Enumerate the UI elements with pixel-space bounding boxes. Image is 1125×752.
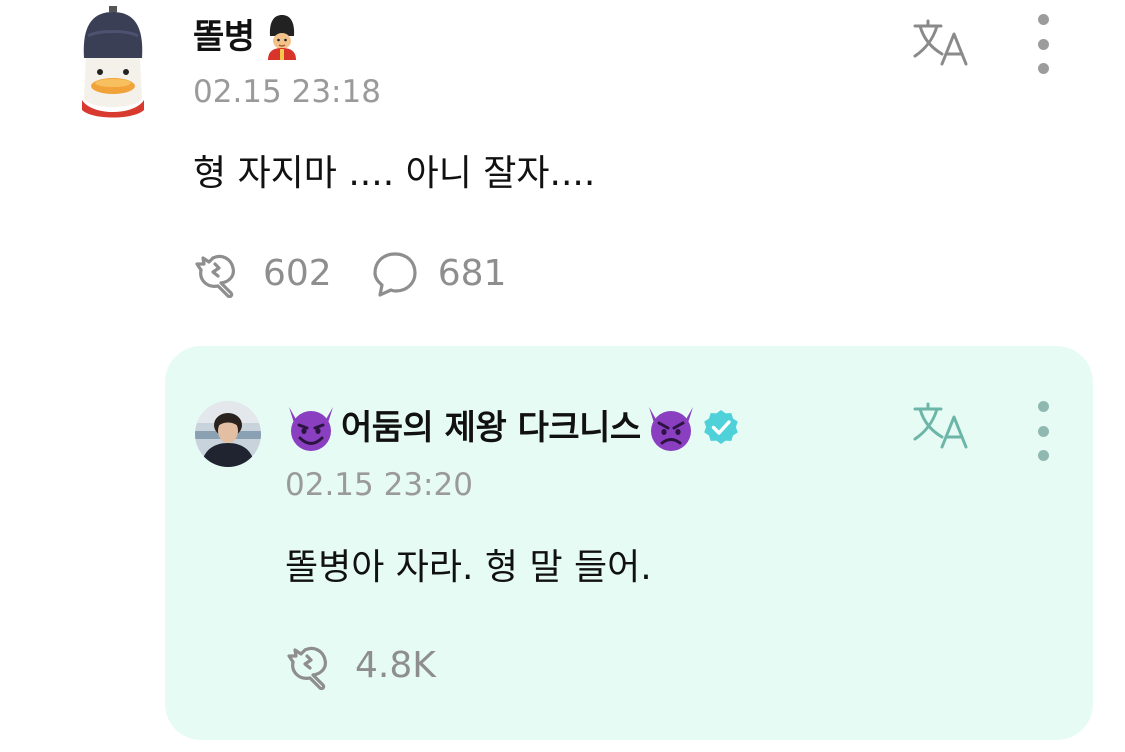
royal-guard-emoji-icon [267,15,296,60]
like-count: 602 [263,253,332,294]
comment-bubble-icon [373,252,417,297]
bat-like-icon [195,254,235,298]
more-dots-icon [1037,401,1049,412]
reply-timestamp: 02.15 23:20 [285,467,473,503]
post-timestamp: 02.15 23:18 [193,74,381,110]
reply-like-button[interactable]: 4.8K [285,642,436,690]
angry-devil-emoji-icon [648,407,693,451]
bat-like-icon [287,646,327,690]
more-options-button[interactable] [1028,14,1058,74]
like-button[interactable]: 602 [193,250,332,298]
translate-icon [913,19,968,66]
smiling-devil-emoji-icon [289,407,333,451]
avatar[interactable] [78,6,148,118]
comment-count: 681 [437,253,507,294]
post-author[interactable]: 똘병 [193,14,301,60]
verified-check-icon [703,410,738,444]
reply-author-name[interactable]: 어둠의 제왕 다크니스 [341,406,641,450]
translate-icon [913,402,968,449]
reply-avatar[interactable] [195,401,261,467]
reply-stats: 4.8K [285,642,436,690]
comment-thread: 똘병 02.15 23:18 형 자지마 .... 아니 잘자.... 602 … [0,0,1125,752]
more-dots-icon [1037,14,1049,25]
reply-card: 어둠의 제왕 다크니스 02.15 23:20 똘병아 자라. 형 말 들어. … [165,346,1093,740]
post-text: 형 자지마 .... 아니 잘자.... [193,153,596,194]
reply-author[interactable]: 어둠의 제왕 다크니스 [285,403,741,453]
translate-button[interactable] [912,18,972,68]
post-author-name[interactable]: 똘병 [193,17,255,57]
reply-more-options-button[interactable] [1028,401,1058,461]
reply-like-count: 4.8K [355,645,436,686]
post-stats: 602 681 [193,250,506,298]
reply-text: 똘병아 자라. 형 말 들어. [285,547,652,588]
reply-translate-button[interactable] [912,401,972,451]
comment-button[interactable]: 681 [370,250,507,298]
